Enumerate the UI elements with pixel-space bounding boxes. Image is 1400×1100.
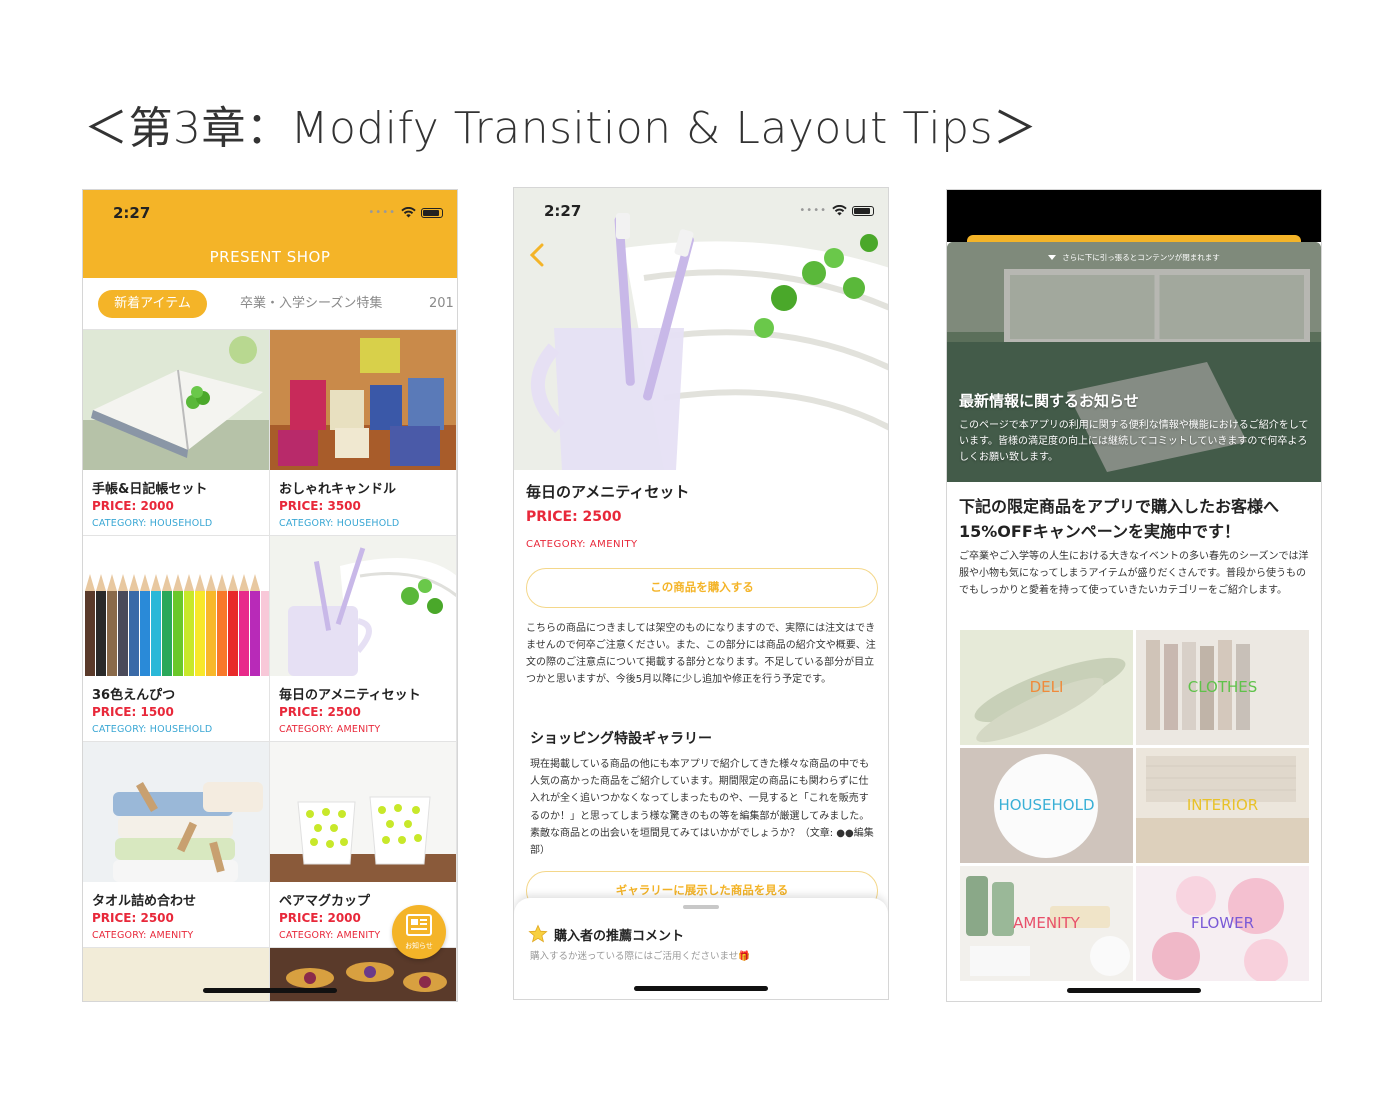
signal-icon: •••• — [799, 204, 827, 216]
product-card[interactable]: タオル詰め合わせ PRICE: 2500 CATEGORY: AMENITY — [83, 742, 270, 948]
back-chevron-icon[interactable] — [528, 242, 546, 268]
battery-icon — [421, 207, 443, 218]
news-banner: さらに下に引っ張るとコンテンツが閉まれます 最新情報に関するお知らせ このページ… — [947, 242, 1321, 482]
product-name: ペアマグカップ — [279, 894, 371, 909]
product-card[interactable] — [83, 948, 270, 1001]
category-label: AMENITY — [1013, 914, 1080, 932]
product-hero-image: 2:27 •••• — [514, 188, 888, 470]
wifi-icon — [401, 207, 416, 218]
status-icons: •••• — [799, 205, 874, 216]
sheet-drag-handle[interactable] — [683, 905, 719, 909]
product-name: おしゃれキャンドル — [279, 482, 397, 497]
product-price: PRICE: 3500 — [279, 499, 361, 513]
category-label: INTERIOR — [1186, 796, 1259, 814]
product-description: こちらの商品につきましては架空のものになりますので、実際には注文はできませんので… — [526, 623, 876, 685]
news-button[interactable]: お知らせ — [392, 905, 446, 959]
category-tile-interior[interactable]: INTERIOR — [1136, 748, 1309, 863]
gallery-text: 現在掲載している商品の他にも本アプリで紹介してきた様々な商品の中でも人気の高かっ… — [530, 759, 874, 857]
product-image-partial — [83, 948, 269, 1001]
product-card[interactable]: 手帳&日記帳セット PRICE: 2000 CATEGORY: HOUSEHOL… — [83, 330, 270, 536]
pull-hint: さらに下に引っ張るとコンテンツが閉まれます — [947, 252, 1321, 263]
product-name: 毎日のアメニティセット — [279, 688, 421, 703]
pull-hint-text: さらに下に引っ張るとコンテンツが閉まれます — [1062, 253, 1220, 262]
phone-shop-list: 2:27 •••• PRESENT SHOP 新着アイテム 卒業・入学シーズン特… — [82, 189, 458, 1002]
wifi-icon — [832, 205, 847, 216]
category-label: DELI — [1029, 678, 1064, 696]
product-category: CATEGORY: AMENITY — [526, 539, 638, 550]
newspaper-icon — [406, 914, 432, 936]
product-card[interactable]: おしゃれキャンドル PRICE: 3500 CATEGORY: HOUSEHOL… — [270, 330, 457, 536]
banner-text: このページで本アプリの利用に関する便利な情報や機能におけるご紹介をしています。皆… — [959, 420, 1309, 463]
category-label: HOUSEHOLD — [998, 796, 1095, 814]
product-image-amenity — [270, 536, 456, 676]
category-tile-amenity[interactable]: AMENITY — [960, 866, 1133, 981]
phone-news-modal: さらに下に引っ張るとコンテンツが閉まれます 最新情報に関するお知らせ このページ… — [946, 189, 1322, 1002]
caret-down-icon — [1048, 255, 1057, 260]
product-image-towels — [83, 742, 269, 882]
category-tile-deli[interactable]: DELI — [960, 630, 1133, 745]
status-bar: 2:27 •••• — [83, 190, 457, 234]
product-card[interactable]: 毎日のアメニティセット PRICE: 2500 CATEGORY: AMENIT… — [270, 536, 457, 742]
product-image-notebook — [83, 330, 269, 470]
product-image-pencils — [83, 536, 269, 676]
battery-icon — [852, 205, 874, 216]
product-category: CATEGORY: HOUSEHOLD — [279, 518, 400, 529]
product-name: 毎日のアメニティセット — [526, 483, 690, 501]
product-category: CATEGORY: AMENITY — [279, 724, 381, 735]
product-category: CATEGORY: HOUSEHOLD — [92, 724, 213, 735]
product-category: CATEGORY: AMENITY — [279, 930, 381, 941]
gallery-title: ショッピング特設ギャラリー — [530, 731, 712, 747]
sheet-subtitle: 購入するか迷っている際にはご活用くださいませ🎁 — [530, 951, 751, 962]
category-grid: DELI CLOTHES HOUSEHOLD INTERIOR AMENITY … — [960, 630, 1309, 981]
tab-new-items[interactable]: 新着アイテム — [98, 290, 207, 318]
home-indicator — [1067, 988, 1201, 993]
product-name: 36色えんぴつ — [92, 688, 176, 703]
product-card[interactable]: 36色えんぴつ PRICE: 1500 CATEGORY: HOUSEHOLD — [83, 536, 270, 742]
product-image-candles — [270, 330, 456, 470]
buy-button[interactable]: この商品を購入する — [526, 568, 878, 608]
status-time: 2:27 — [544, 202, 582, 220]
app-header: 2:27 •••• PRESENT SHOP — [83, 190, 457, 278]
category-label: FLOWER — [1191, 914, 1254, 932]
home-indicator — [634, 986, 768, 991]
tab-2019[interactable]: 201 — [429, 290, 454, 318]
product-name: 手帳&日記帳セット — [92, 482, 208, 497]
campaign-heading: 下記の限定商品をアプリで購入したお客様へ15%OFFキャンペーンを実施中です！ — [959, 497, 1280, 541]
category-tile-household[interactable]: HOUSEHOLD — [960, 748, 1133, 863]
tab-graduation-season[interactable]: 卒業・入学シーズン特集 — [240, 290, 382, 318]
home-indicator — [203, 988, 337, 993]
category-tile-flower[interactable]: FLOWER — [1136, 866, 1309, 981]
product-price: PRICE: 2500 — [279, 705, 361, 719]
product-image-mugs — [270, 742, 456, 882]
product-price: PRICE: 2000 — [92, 499, 174, 513]
banner-title: 最新情報に関するお知らせ — [959, 392, 1139, 410]
product-category: CATEGORY: HOUSEHOLD — [92, 518, 213, 529]
product-price: PRICE: 2500 — [526, 509, 622, 525]
status-icons: •••• — [368, 207, 443, 218]
page-title: ＜第3章：Modify Transition & Layout Tips＞ — [84, 103, 1038, 154]
campaign-text: ご卒業やご入学等の人生における大きなイベントの多い春先のシーズンでは洋服や小物も… — [959, 551, 1309, 596]
product-price: PRICE: 2000 — [279, 911, 361, 925]
product-price: PRICE: 2500 — [92, 911, 174, 925]
sheet-title: 購入者の推薦コメント — [554, 929, 685, 944]
category-label: CLOTHES — [1187, 678, 1258, 696]
product-name: タオル詰め合わせ — [92, 894, 197, 909]
product-category: CATEGORY: AMENITY — [92, 930, 194, 941]
status-bar: 2:27 •••• — [514, 188, 888, 232]
app-title: PRESENT SHOP — [209, 248, 331, 266]
bottom-sheet[interactable]: 購入者の推薦コメント 購入するか迷っている際にはご活用くださいませ🎁 — [514, 898, 888, 999]
news-button-label: お知らせ — [405, 942, 433, 950]
product-price: PRICE: 1500 — [92, 705, 174, 719]
category-tile-clothes[interactable]: CLOTHES — [1136, 630, 1309, 745]
category-tabs: 新着アイテム 卒業・入学シーズン特集 201 — [83, 278, 457, 330]
phone-product-detail: 2:27 •••• 毎日のアメニティセット PRICE: 2500 CATEGO… — [513, 187, 889, 1000]
signal-icon: •••• — [368, 206, 396, 218]
star-icon — [528, 924, 548, 943]
status-time: 2:27 — [113, 204, 151, 222]
